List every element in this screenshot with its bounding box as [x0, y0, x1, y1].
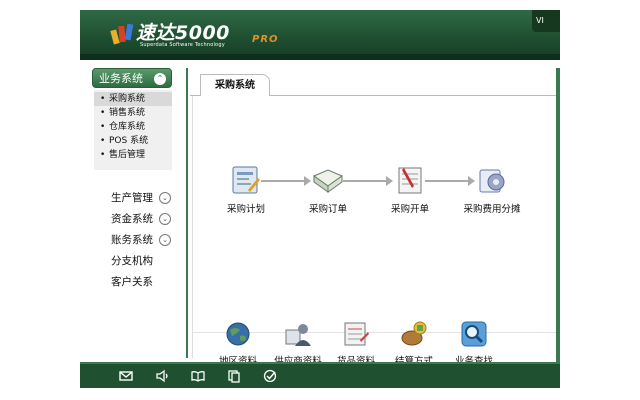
- speaker-icon[interactable]: [154, 368, 170, 384]
- workflow-panel: 采购计划 采购订单 采购开单 采购费用分摊: [192, 96, 557, 358]
- sidebar: 业务系统 ⌃ • 采购系统 • 销售系统 • 仓库系统 • POS 系统 • 售后管理 生…: [80, 68, 188, 358]
- sidebar-item-crm[interactable]: 客户关系: [111, 274, 153, 290]
- flow-label: 采购订单: [308, 204, 347, 215]
- settlement-icon: [401, 321, 427, 346]
- chevron-down-icon: ⌄: [159, 213, 171, 225]
- goods-icon: [344, 322, 369, 346]
- main-content: 采购系统 采购计划 采购订单 采购开单 采购费用分摊: [190, 68, 560, 367]
- brand-subtitle: Superdata Software Technology: [140, 42, 225, 48]
- sidebar-item-branches[interactable]: 分支机构: [111, 253, 153, 269]
- purchase-invoice-icon: [398, 167, 422, 194]
- sidebar-sub-item-warehouse[interactable]: • 仓库系统: [94, 120, 172, 134]
- brand-title: 速达5000: [136, 22, 230, 44]
- flow-label: 采购费用分摊: [463, 204, 521, 215]
- app-header: 速达5000 PRO Superdata Software Technology…: [80, 10, 560, 60]
- brand-logo-icon: [110, 23, 134, 45]
- sidebar-group-business[interactable]: 业务系统 ⌃: [92, 68, 172, 88]
- quick-link-settlement[interactable]: 结算方式: [382, 320, 446, 367]
- sidebar-sub-item-sales[interactable]: • 销售系统: [94, 106, 172, 120]
- flow-label: 采购计划: [226, 204, 265, 215]
- book-icon[interactable]: [190, 368, 206, 384]
- expense-allocation-icon: [479, 169, 505, 193]
- copy-icon[interactable]: [226, 368, 242, 384]
- chevron-up-icon: ⌃: [154, 73, 166, 85]
- tab-purchase[interactable]: 采购系统: [200, 74, 270, 96]
- globe-icon: [226, 322, 250, 346]
- brand-pro: PRO: [252, 34, 279, 45]
- mail-icon[interactable]: [118, 368, 134, 384]
- supplier-icon: [285, 324, 311, 346]
- status-bar: [80, 362, 560, 388]
- check-icon[interactable]: [262, 368, 278, 384]
- right-border: [556, 68, 560, 362]
- quick-link-supplier[interactable]: 供应商资料: [266, 320, 330, 367]
- sidebar-sub-list: • 采购系统 • 销售系统 • 仓库系统 • POS 系统 • 售后管理: [94, 90, 172, 170]
- header-strip: [80, 54, 560, 60]
- purchase-order-icon: [312, 169, 344, 193]
- purchase-plan-icon: [232, 166, 260, 194]
- sidebar-item-accounting[interactable]: 账务系统 ⌄: [111, 232, 171, 248]
- app-window: 速达5000 PRO Superdata Software Technology…: [80, 10, 560, 390]
- flow-node-purchase-order[interactable]: 采购订单: [293, 164, 363, 215]
- sidebar-item-production[interactable]: 生产管理 ⌄: [111, 190, 171, 206]
- flow-node-expense-allocation[interactable]: 采购费用分摊: [457, 164, 527, 215]
- chevron-down-icon: ⌄: [159, 192, 171, 204]
- header-badge[interactable]: VI: [532, 10, 560, 32]
- search-icon: [461, 321, 487, 347]
- quick-link-region[interactable]: 地区资料: [206, 320, 270, 367]
- flow-label: 采购开单: [390, 204, 429, 215]
- flow-node-purchase-invoice[interactable]: 采购开单: [375, 164, 445, 215]
- chevron-down-icon: ⌄: [159, 234, 171, 246]
- sidebar-group-label: 业务系统: [99, 72, 143, 85]
- sidebar-item-funds[interactable]: 资金系统 ⌄: [111, 211, 171, 227]
- sidebar-sub-item-pos[interactable]: • POS 系统: [94, 134, 172, 148]
- sidebar-sub-item-aftersales[interactable]: • 售后管理: [94, 148, 172, 162]
- quick-link-search[interactable]: 业务查找: [442, 320, 506, 367]
- quick-link-goods[interactable]: 货品资料: [324, 320, 388, 367]
- flow-node-purchase-plan[interactable]: 采购计划: [211, 164, 281, 215]
- sidebar-sub-item-purchase[interactable]: • 采购系统: [94, 92, 172, 106]
